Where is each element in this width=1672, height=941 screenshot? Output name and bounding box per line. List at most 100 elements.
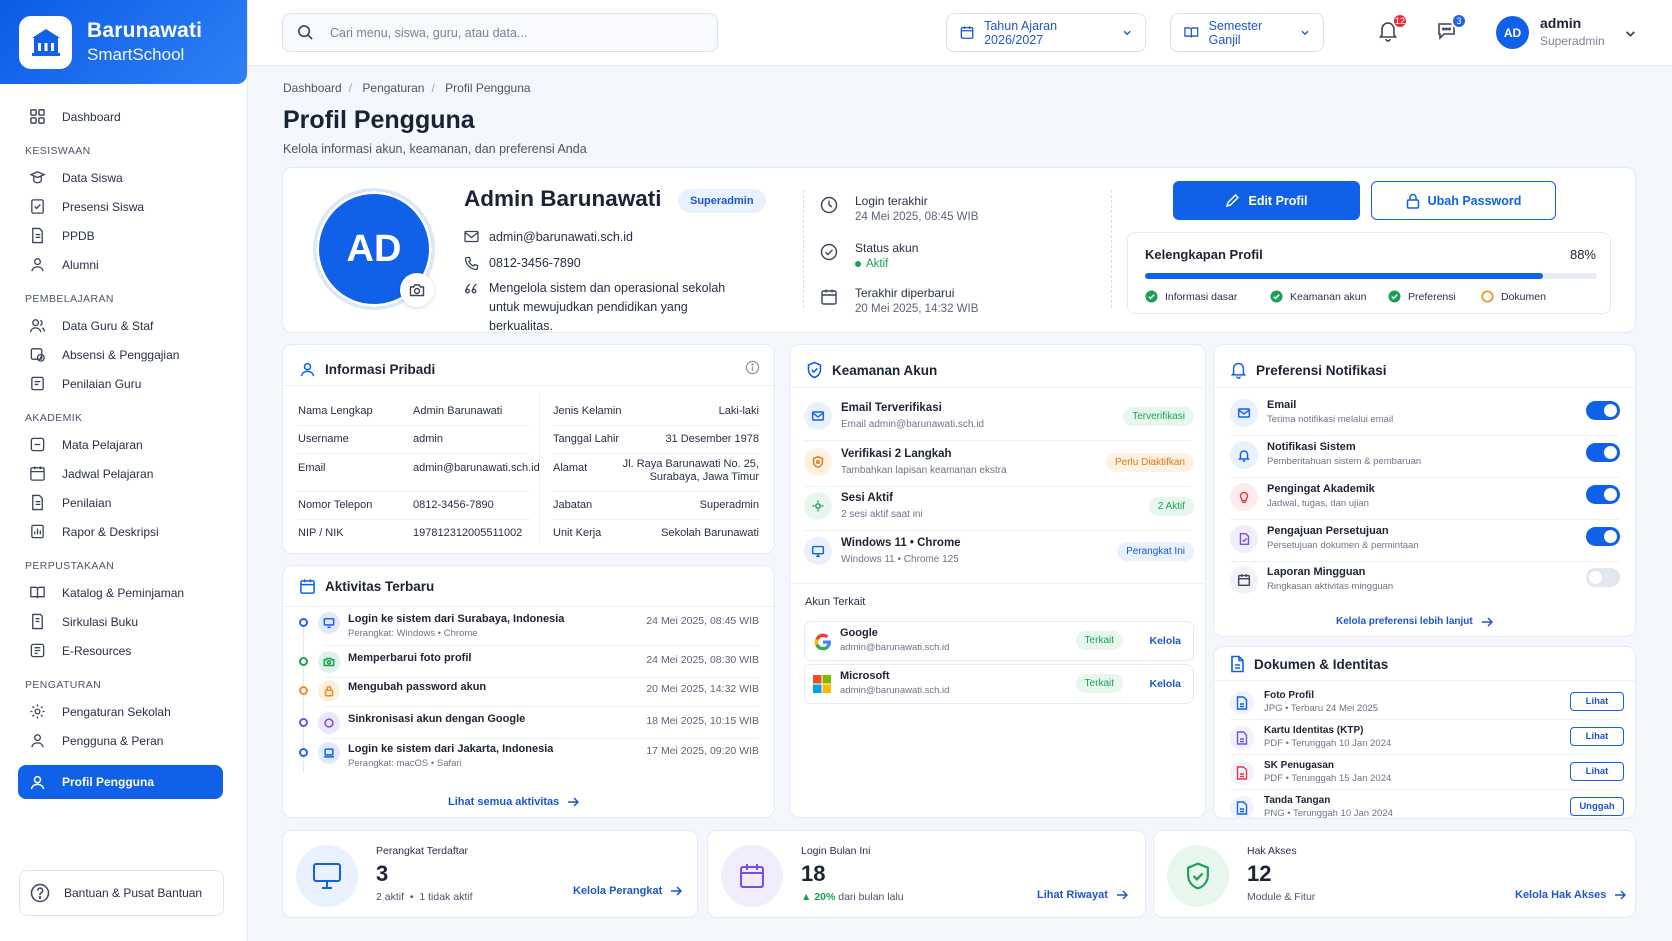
quote-icon <box>465 283 477 294</box>
sidebar-item-dashboard[interactable]: Dashboard <box>0 102 247 131</box>
form-icon <box>32 227 43 244</box>
grade-icon <box>32 494 43 511</box>
avatar[interactable]: AD <box>1496 16 1529 49</box>
message-count-badge: 3 <box>1451 13 1467 29</box>
security-item[interactable]: Sesi Aktif 2 sesi aktif saat ini 2 Aktif <box>804 490 1194 530</box>
stat-label: Login Bulan Ini <box>801 845 871 857</box>
breadcrumb: Dashboard / Pengaturan / Profil Pengguna <box>283 81 531 95</box>
book-icon <box>1184 27 1199 38</box>
linked-account-logo <box>813 675 831 696</box>
semester-label: Semester Ganjil <box>1208 18 1263 47</box>
document-action-button[interactable]: Unggah <box>1570 797 1624 816</box>
sidebar-item-label: Presensi Siswa <box>62 199 145 214</box>
sidebar-item-data-siswa[interactable]: Data Siswa <box>0 163 247 192</box>
activity-item[interactable]: Login ke sistem dari Jakarta, Indonesia … <box>299 742 759 770</box>
see-all-activity-link[interactable]: Lihat semua aktivitas <box>448 796 580 808</box>
change-photo-button[interactable] <box>400 273 434 307</box>
check-circle-icon <box>1145 290 1158 303</box>
page-subtitle: Kelola informasi akun, keamanan, dan pre… <box>283 142 587 156</box>
divider <box>325 738 758 739</box>
activity-item[interactable]: Sinkronisasi akun dengan Google 18 Mei 2… <box>299 712 759 740</box>
sidebar-item-mata-pelajaran[interactable]: Mata Pelajaran <box>0 430 247 459</box>
sidebar-item-label: Sirkulasi Buku <box>62 614 139 629</box>
activity-item[interactable]: Mengubah password akun 20 Mei 2025, 14:3… <box>299 680 759 708</box>
document-action-button[interactable]: Lihat <box>1570 692 1624 711</box>
sidebar-item-label: Data Siswa <box>62 170 123 185</box>
school-logo-icon <box>19 15 72 69</box>
login-history-link[interactable]: Lihat Riwayat <box>1037 889 1128 901</box>
manage-link[interactable]: Kelola <box>1149 635 1181 647</box>
toggle-switch[interactable] <box>1586 527 1620 546</box>
sidebar-item-katalog-peminjaman[interactable]: Katalog & Peminjaman <box>0 578 247 607</box>
personal-info-card: Informasi Pribadi Nama Lengkap Admin Baru… <box>282 344 775 554</box>
document-action-button[interactable]: Lihat <box>1570 762 1624 781</box>
toggle-switch[interactable] <box>1586 485 1620 504</box>
sidebar-item-pengguna-peran[interactable]: Pengguna & Peran <box>0 726 247 755</box>
sidebar-item-jadwal-pelajaran[interactable]: Jadwal Pelajaran <box>0 459 247 488</box>
search-placeholder: Cari menu, siswa, guru, atau data... <box>330 25 528 40</box>
active-dot-icon <box>855 261 861 267</box>
notification-pref-row: Notifikasi Sistem Pemberitahuan sistem &… <box>1230 439 1620 481</box>
sidebar-item-presensi-siswa[interactable]: Presensi Siswa <box>0 192 247 221</box>
linked-account-name: Google <box>840 627 878 639</box>
monitor-icon <box>296 845 358 907</box>
sidebar-item-label: Profil Pengguna <box>62 775 155 789</box>
search-input[interactable]: Cari menu, siswa, guru, atau data... <box>282 13 718 52</box>
activity-item[interactable]: Memperbarui foto profil 24 Mei 2025, 08:… <box>299 651 759 679</box>
sidebar-section-title: KESISWAAN <box>25 145 91 157</box>
manage-devices-link[interactable]: Kelola Perangkat <box>573 885 683 897</box>
account-security-card: Keamanan Akun Email Terverifikasi Email … <box>789 344 1206 818</box>
breadcrumb-item[interactable]: Dashboard <box>283 81 342 95</box>
toggle-switch[interactable] <box>1586 401 1620 420</box>
divider <box>298 453 530 454</box>
stat-value: 18 <box>801 861 826 886</box>
signature-icon <box>1230 796 1254 820</box>
help-center-button[interactable]: Bantuan & Pusat Bantuan <box>19 870 224 916</box>
manage-link[interactable]: Kelola <box>1149 678 1181 690</box>
sidebar-item-pengaturan-sekolah[interactable]: Pengaturan Sekolah <box>0 697 247 726</box>
calendar-icon <box>721 845 783 907</box>
security-item[interactable]: Email Terverifikasi Email admin@barunawa… <box>804 400 1194 440</box>
sidebar-item-data-guru-staf[interactable]: Data Guru & Staf <box>0 311 247 340</box>
sidebar-item-ppdb[interactable]: PPDB <box>0 221 247 250</box>
semester-select[interactable]: Semester Ganjil <box>1170 13 1324 52</box>
stat-value: 3 <box>376 861 389 886</box>
info-icon[interactable] <box>745 360 760 375</box>
activity-item[interactable]: Login ke sistem dari Surabaya, Indonesia… <box>299 612 759 640</box>
attendance-icon <box>31 199 44 214</box>
security-item[interactable]: Windows 11 • Chrome Windows 11 • Chrome … <box>804 535 1194 575</box>
sidebar-item-sirkulasi-buku[interactable]: Sirkulasi Buku <box>0 607 247 636</box>
edit-profile-button[interactable]: Edit Profil <box>1173 181 1360 220</box>
sidebar-item-penilaian[interactable]: Penilaian <box>0 488 247 517</box>
toggle-switch[interactable] <box>1586 443 1620 462</box>
manage-access-link[interactable]: Kelola Hak Akses <box>1515 889 1627 901</box>
sidebar-item-label: Dashboard <box>62 109 121 124</box>
last-login-stat: Login terakhir 24 Mei 2025, 08:45 WIB <box>820 194 978 223</box>
toggle-switch[interactable] <box>1586 568 1620 587</box>
sidebar-item-absensi-penggajian[interactable]: Absensi & Penggajian <box>0 340 247 369</box>
rating-icon <box>31 376 44 391</box>
activity-sub: Perangkat: Windows • Chrome <box>348 628 478 639</box>
breadcrumb-item[interactable]: Pengaturan <box>362 81 424 95</box>
stat-sub: Module & Fitur <box>1247 891 1316 903</box>
calendar-icon <box>300 579 315 594</box>
notification-button[interactable]: 12 <box>1378 13 1408 45</box>
sidebar-item-penilaian-guru[interactable]: Penilaian Guru <box>0 369 247 398</box>
sidebar-item-alumni[interactable]: Alumni <box>0 250 247 279</box>
chevron-down-icon[interactable] <box>1624 27 1637 40</box>
messages-button[interactable]: 3 <box>1436 13 1467 44</box>
shield-check-icon <box>1167 845 1229 907</box>
more-preferences-link[interactable]: Kelola preferensi lebih lanjut <box>1336 616 1493 627</box>
security-item[interactable]: Verifikasi 2 Langkah Tambahkan lapisan k… <box>804 446 1194 486</box>
user-name[interactable]: admin <box>1540 15 1581 31</box>
info-value-line: Laki-laki <box>718 405 759 417</box>
academic-year-select[interactable]: Tahun Ajaran 2026/2027 <box>946 13 1146 52</box>
document-action-button[interactable]: Lihat <box>1570 727 1624 746</box>
change-password-button[interactable]: Ubah Password <box>1371 181 1556 220</box>
sidebar-item-rapor-deskripsi[interactable]: Rapor & Deskripsi <box>0 517 247 546</box>
stat-label: Status akun <box>855 241 919 255</box>
divider <box>804 440 1191 441</box>
sidebar-item-profil-pengguna[interactable]: Profil Pengguna <box>18 765 223 799</box>
monitor-icon <box>318 612 340 634</box>
sidebar-item-e-resources[interactable]: E-Resources <box>0 636 247 665</box>
